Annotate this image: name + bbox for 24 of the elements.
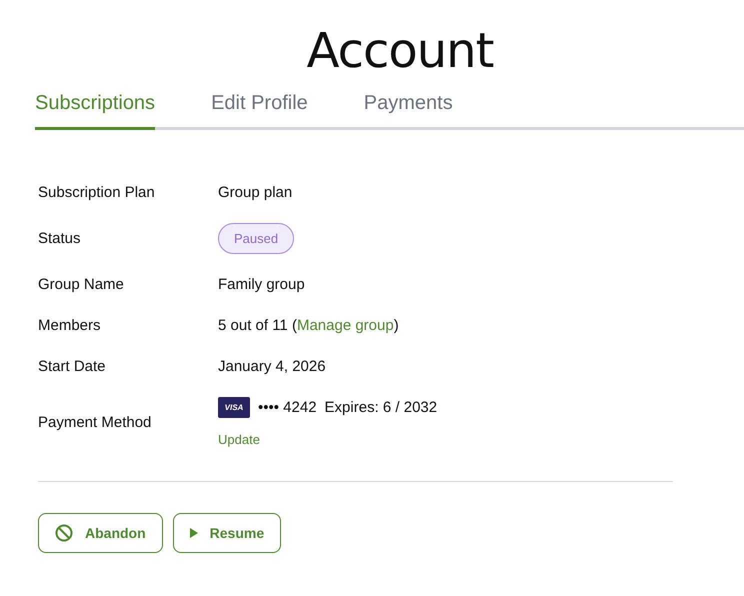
- members-value: 5 out of 11 (Manage group): [218, 317, 400, 334]
- detail-label: Start Date: [38, 358, 107, 375]
- detail-value: January 4, 2026: [218, 358, 327, 375]
- page-title: Account: [306, 22, 494, 80]
- detail-label: Group Name: [38, 276, 125, 293]
- status-badge: Paused: [218, 223, 294, 254]
- card-number: •••• 4242: [258, 399, 317, 416]
- prohibited-icon: [55, 524, 73, 542]
- play-icon: [190, 528, 198, 538]
- detail-label: Status: [38, 230, 82, 247]
- detail-value: Group plan: [218, 184, 294, 201]
- update-link[interactable]: Update: [218, 432, 744, 447]
- tab[interactable]: Edit Profile: [211, 92, 308, 130]
- manage-group-link[interactable]: Manage group: [296, 317, 394, 334]
- detail-label: Subscription Plan: [38, 184, 156, 201]
- detail-value: Family group: [218, 276, 306, 293]
- detail-label: Payment Method: [38, 414, 152, 430]
- tab[interactable]: Payments: [364, 92, 453, 130]
- detail-label: Members: [38, 317, 102, 334]
- tab[interactable]: Subscriptions: [35, 92, 156, 130]
- card-brand-logo: VISA: [218, 397, 250, 418]
- abandon-button[interactable]: Abandon: [38, 513, 163, 553]
- card-expiry: Expires: 6 / 2032: [324, 399, 438, 416]
- resume-button[interactable]: Resume: [172, 513, 282, 553]
